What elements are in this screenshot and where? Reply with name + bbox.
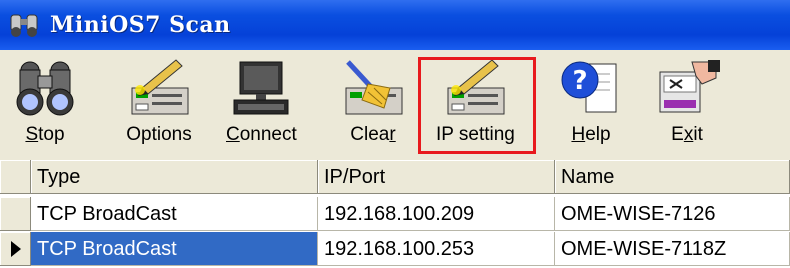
cell-type[interactable]: TCP BroadCast (31, 232, 318, 266)
window-title: MiniOS7 Scan (50, 12, 231, 38)
clear-button-label: Clear (350, 124, 396, 145)
toolbar: Stop Options Connect Clear IP setting ? … (0, 50, 790, 160)
title-bar: MiniOS7 Scan (0, 0, 790, 50)
options-button[interactable]: Options (124, 56, 194, 152)
ip-setting-highlight-box (418, 57, 536, 154)
binoculars-icon (10, 14, 38, 37)
current-row-arrow-icon (11, 241, 21, 257)
exit-button[interactable]: Exit (652, 56, 722, 152)
exit-icon (659, 60, 720, 113)
table-header: Type IP/Port Name (0, 160, 790, 194)
connect-button[interactable]: Connect (226, 56, 297, 152)
table-row[interactable]: TCP BroadCast 192.168.100.209 OME-WISE-7… (0, 197, 790, 231)
row-indicator[interactable] (0, 232, 31, 266)
cell-name[interactable]: OME-WISE-7126 (555, 197, 790, 231)
row-indicator[interactable] (0, 197, 31, 231)
options-button-label: Options (126, 124, 192, 145)
cell-type[interactable]: TCP BroadCast (31, 197, 318, 231)
device-table: Type IP/Port Name TCP BroadCast 192.168.… (0, 160, 790, 268)
cell-ip-port[interactable]: 192.168.100.253 (318, 232, 555, 266)
stop-button[interactable]: Stop (10, 56, 80, 152)
cell-name[interactable]: OME-WISE-7118Z (555, 232, 790, 266)
computer-icon (233, 61, 289, 115)
column-header-type[interactable]: Type (31, 160, 318, 194)
binoculars-icon (16, 61, 74, 116)
cell-ip-port[interactable]: 192.168.100.209 (318, 197, 555, 231)
row-indicator-header (0, 160, 31, 194)
broom-clear-icon (345, 60, 403, 115)
exit-button-label: Exit (671, 124, 703, 145)
help-button-label: Help (571, 124, 611, 145)
column-header-name[interactable]: Name (555, 160, 790, 194)
clear-button[interactable]: Clear (338, 56, 408, 152)
help-button[interactable]: ? Help (556, 56, 626, 152)
stop-button-label: Stop (25, 124, 65, 145)
options-pencil-icon (131, 59, 189, 115)
connect-button-label: Connect (226, 124, 297, 145)
help-icon: ? (561, 61, 617, 113)
column-header-ip-port[interactable]: IP/Port (318, 160, 555, 194)
svg-text:?: ? (572, 66, 587, 96)
table-row-selected[interactable]: TCP BroadCast 192.168.100.253 OME-WISE-7… (0, 232, 790, 266)
